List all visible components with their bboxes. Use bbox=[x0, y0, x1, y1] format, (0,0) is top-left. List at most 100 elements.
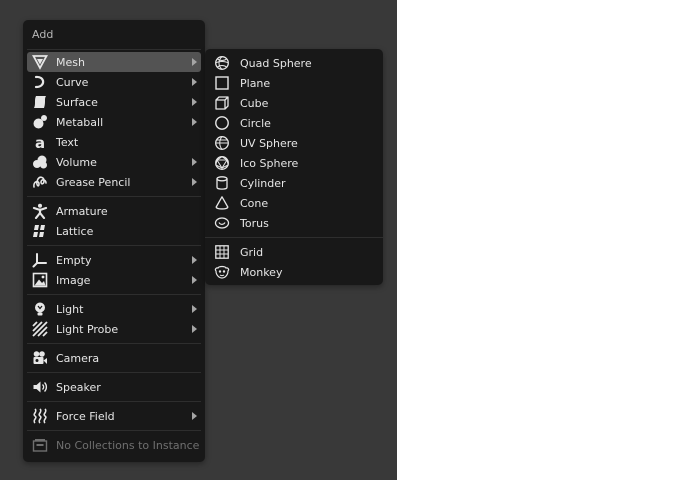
menu-item-curve[interactable]: Curve bbox=[27, 72, 201, 92]
title-divider bbox=[27, 49, 201, 50]
volume-icon bbox=[32, 154, 48, 170]
empty-icon bbox=[32, 252, 48, 268]
lattice-icon bbox=[32, 223, 48, 239]
monkey-icon bbox=[214, 264, 230, 280]
plane-icon bbox=[214, 75, 230, 91]
menu-item-quad-sphere[interactable]: Quad Sphere bbox=[209, 53, 379, 73]
cube-icon bbox=[214, 95, 230, 111]
ico-sphere-icon bbox=[214, 155, 230, 171]
menu-item-empty[interactable]: Empty bbox=[27, 250, 201, 270]
submenu-arrow-icon bbox=[192, 158, 197, 166]
add-menu: Add Mesh Curve Surface Metaball a Text Volume G… bbox=[23, 20, 205, 462]
menu-item-cube[interactable]: Cube bbox=[209, 93, 379, 113]
menu-item-label: Monkey bbox=[240, 265, 283, 279]
submenu-arrow-icon bbox=[192, 256, 197, 264]
menu-item-label: Plane bbox=[240, 76, 271, 90]
cone-icon bbox=[214, 195, 230, 211]
menu-item-label: No Collections to Instance bbox=[56, 438, 200, 452]
menu-divider bbox=[27, 372, 201, 373]
cylinder-icon bbox=[214, 175, 230, 191]
armature-icon bbox=[32, 203, 48, 219]
menu-item-plane[interactable]: Plane bbox=[209, 73, 379, 93]
menu-item-grid[interactable]: Grid bbox=[209, 242, 379, 262]
force-field-icon bbox=[32, 408, 48, 424]
menu-divider bbox=[27, 343, 201, 344]
menu-divider bbox=[27, 430, 201, 431]
menu-item-label: Image bbox=[56, 273, 91, 287]
grease-pencil-icon bbox=[32, 174, 48, 190]
uv-sphere-icon bbox=[214, 135, 230, 151]
menu-item-cone[interactable]: Cone bbox=[209, 193, 379, 213]
menu-item-uv-sphere[interactable]: UV Sphere bbox=[209, 133, 379, 153]
menu-item-force-field[interactable]: Force Field bbox=[27, 406, 201, 426]
menu-item-label: Circle bbox=[240, 116, 271, 130]
menu-item-monkey[interactable]: Monkey bbox=[209, 262, 379, 282]
circle-icon bbox=[214, 115, 230, 131]
menu-item-mesh[interactable]: Mesh bbox=[27, 52, 201, 72]
menu-item-speaker[interactable]: Speaker bbox=[27, 377, 201, 397]
menu-item-label: Empty bbox=[56, 253, 92, 267]
menu-item-label: Cylinder bbox=[240, 176, 286, 190]
mesh-submenu: Quad Sphere Plane Cube Circle UV Sphere Ico S… bbox=[205, 49, 383, 285]
menu-title: Add bbox=[32, 28, 54, 41]
menu-item-image[interactable]: Image bbox=[27, 270, 201, 290]
surface-icon bbox=[32, 94, 48, 110]
menu-item-label: Cone bbox=[240, 196, 269, 210]
menu-item-torus[interactable]: Torus bbox=[209, 213, 379, 233]
menu-item-surface[interactable]: Surface bbox=[27, 92, 201, 112]
submenu-arrow-icon bbox=[192, 412, 197, 420]
menu-item-label: Grease Pencil bbox=[56, 175, 131, 189]
quad-sphere-icon bbox=[214, 55, 230, 71]
menu-item-label: UV Sphere bbox=[240, 136, 298, 150]
light-icon bbox=[32, 301, 48, 317]
menu-item-label: Grid bbox=[240, 245, 264, 259]
svg-text:a: a bbox=[35, 134, 45, 150]
metaball-icon bbox=[32, 114, 48, 130]
menu-item-label: Light Probe bbox=[56, 322, 119, 336]
menu-item-label: Volume bbox=[56, 155, 97, 169]
menu-item-label: Surface bbox=[56, 95, 98, 109]
menu-item-cylinder[interactable]: Cylinder bbox=[209, 173, 379, 193]
submenu-arrow-icon bbox=[192, 276, 197, 284]
menu-divider bbox=[27, 196, 201, 197]
menu-item-label: Curve bbox=[56, 75, 89, 89]
menu-item-camera[interactable]: Camera bbox=[27, 348, 201, 368]
menu-item-text[interactable]: a Text bbox=[27, 132, 201, 152]
menu-divider bbox=[27, 401, 201, 402]
menu-divider bbox=[27, 294, 201, 295]
menu-item-light[interactable]: Light bbox=[27, 299, 201, 319]
camera-icon bbox=[32, 350, 48, 366]
menu-item-armature[interactable]: Armature bbox=[27, 201, 201, 221]
menu-item-label: Ico Sphere bbox=[240, 156, 299, 170]
submenu-arrow-icon bbox=[192, 305, 197, 313]
menu-items: Mesh Curve Surface Metaball a Text Volume Greas… bbox=[23, 52, 205, 455]
menu-item-metaball[interactable]: Metaball bbox=[27, 112, 201, 132]
menu-item-label: Speaker bbox=[56, 380, 101, 394]
menu-item-lattice[interactable]: Lattice bbox=[27, 221, 201, 241]
submenu-arrow-icon bbox=[192, 58, 197, 66]
menu-item-no-collections-to-instance: No Collections to Instance bbox=[27, 435, 201, 455]
menu-item-label: Torus bbox=[240, 216, 269, 230]
menu-item-label: Camera bbox=[56, 351, 100, 365]
image-icon bbox=[32, 272, 48, 288]
menu-item-light-probe[interactable]: Light Probe bbox=[27, 319, 201, 339]
menu-item-label: Cube bbox=[240, 96, 269, 110]
submenu-arrow-icon bbox=[192, 78, 197, 86]
speaker-icon bbox=[32, 379, 48, 395]
light-probe-icon bbox=[32, 321, 48, 337]
submenu-arrow-icon bbox=[192, 98, 197, 106]
menu-item-ico-sphere[interactable]: Ico Sphere bbox=[209, 153, 379, 173]
curve-icon bbox=[32, 74, 48, 90]
menu-item-label: Quad Sphere bbox=[240, 56, 312, 70]
menu-divider bbox=[205, 237, 383, 238]
menu-item-label: Armature bbox=[56, 204, 108, 218]
collection-icon bbox=[32, 437, 48, 453]
menu-item-circle[interactable]: Circle bbox=[209, 113, 379, 133]
mesh-icon bbox=[32, 54, 48, 70]
menu-item-label: Lattice bbox=[56, 224, 94, 238]
menu-item-grease-pencil[interactable]: Grease Pencil bbox=[27, 172, 201, 192]
menu-item-volume[interactable]: Volume bbox=[27, 152, 201, 172]
menu-item-label: Mesh bbox=[56, 55, 85, 69]
grid-icon bbox=[214, 244, 230, 260]
submenu-items: Quad Sphere Plane Cube Circle UV Sphere Ico S… bbox=[205, 53, 383, 282]
